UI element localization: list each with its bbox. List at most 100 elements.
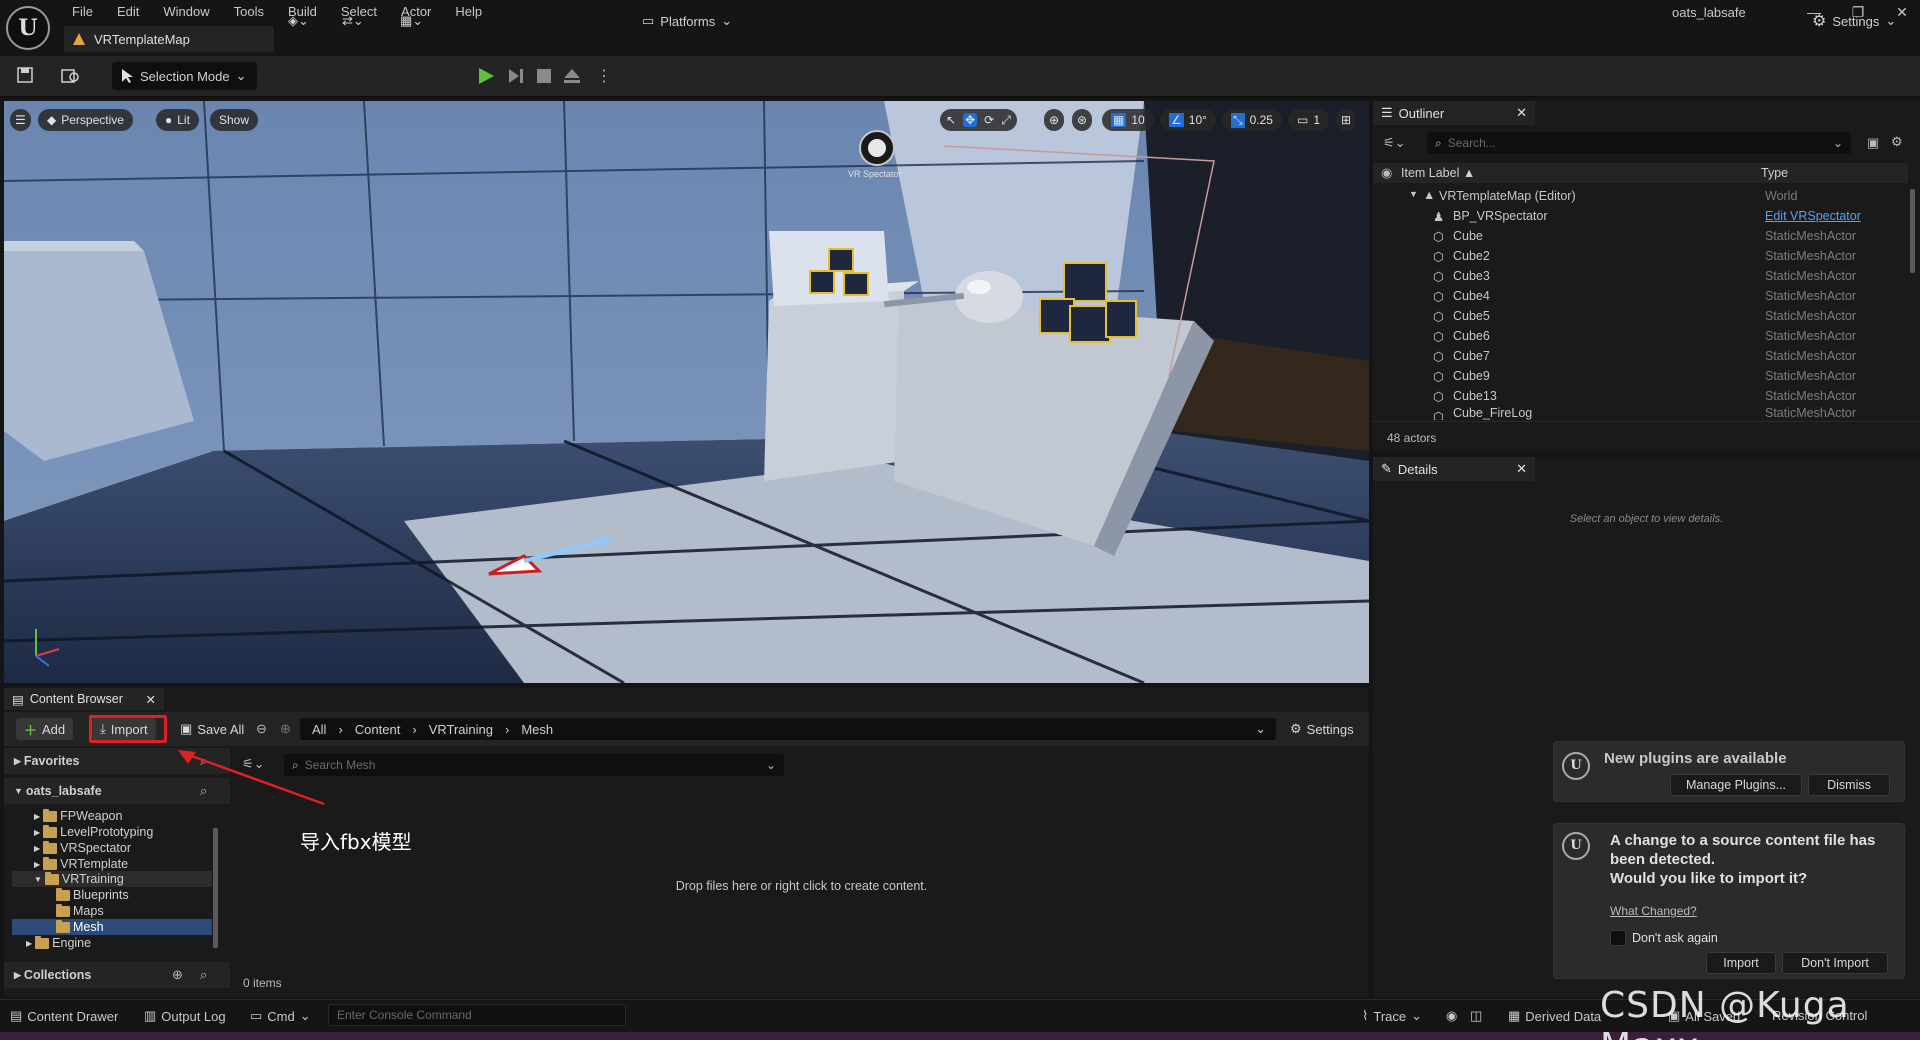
outliner-row[interactable]: ⬡ Cube5 StaticMeshActor [1373, 306, 1908, 326]
close-icon[interactable]: ✕ [1516, 105, 1527, 121]
edit-blueprint-link[interactable]: Edit VRSpectator [1765, 209, 1861, 223]
content-browser-tab[interactable]: ▤ Content Browser ✕ [4, 688, 164, 710]
translate-tool-icon[interactable]: ✥ [963, 113, 978, 127]
scale-snap[interactable]: ⤡ 0.25 [1222, 109, 1282, 131]
menu-file[interactable]: File [60, 3, 105, 21]
outliner-row[interactable]: ⬡ Cube7 StaticMeshActor [1373, 346, 1908, 366]
details-tab[interactable]: ✎ Details ✕ [1373, 457, 1535, 481]
breadcrumb-mesh[interactable]: Mesh [521, 722, 553, 737]
derived-data-button[interactable]: ▦ Derived Data [1508, 1008, 1601, 1024]
expand-arrow-icon[interactable]: ▼ [1409, 189, 1418, 199]
outliner-row-world[interactable]: ▼ ▲ VRTemplateMap (Editor) World [1373, 186, 1908, 206]
chevron-down-icon[interactable]: ⌄ [1255, 721, 1266, 737]
import-confirm-button[interactable]: Import [1706, 952, 1776, 974]
search-icon[interactable]: ⌕ [200, 967, 207, 983]
menu-edit[interactable]: Edit [105, 3, 151, 21]
save-all-button[interactable]: ▣ Save All [172, 718, 252, 740]
cinematics-button[interactable]: ▦⌄ [400, 7, 423, 35]
grid-snap[interactable]: ▦ 10 [1102, 109, 1154, 131]
breadcrumb-vrtraining[interactable]: VRTraining [429, 722, 493, 737]
level-viewport[interactable]: VR Spectator ☰ ◆ Perspective ● Lit Show … [4, 101, 1369, 683]
outliner-row[interactable]: ⬡ Cube3 StaticMeshActor [1373, 266, 1908, 286]
level-tab[interactable]: VRTemplateMap [64, 26, 274, 52]
record-icon[interactable]: ◉ [1446, 1008, 1457, 1024]
folder-item[interactable]: ▶ VRTemplate [34, 856, 128, 872]
trace-dropdown[interactable]: ⌇ Trace ⌄ [1362, 1008, 1422, 1024]
forward-icon[interactable]: ⊕ [280, 721, 291, 737]
add-folder-icon[interactable]: ▣ [1867, 135, 1879, 151]
dont-ask-again-checkbox[interactable]: Don't ask again [1610, 930, 1718, 946]
angle-snap[interactable]: ∠ 10° [1160, 109, 1216, 131]
content-drawer-button[interactable]: ▤ Content Drawer [10, 1008, 118, 1024]
what-changed-link[interactable]: What Changed? [1610, 904, 1697, 918]
folder-item[interactable]: ▶ FPWeapon [34, 808, 122, 824]
outliner-row[interactable]: ⬡ Cube2 StaticMeshActor [1373, 246, 1908, 266]
platforms-dropdown[interactable]: ▭ Platforms ⌄ [642, 7, 732, 35]
outliner-row[interactable]: ⬡ Cube9 StaticMeshActor [1373, 366, 1908, 386]
visibility-icon[interactable]: ◉ [1381, 165, 1392, 181]
cmd-dropdown[interactable]: ▭ Cmd ⌄ [250, 1008, 311, 1024]
more-options-icon[interactable]: ⋮ [596, 66, 612, 86]
scale-tool-icon[interactable]: ⤢ [1001, 113, 1011, 128]
outliner-row[interactable]: ⬡ Cube_FireLog StaticMeshActor [1373, 406, 1908, 420]
folder-item[interactable]: ▶ LevelPrototyping [34, 824, 153, 840]
viewport-layout-button[interactable]: ⊞ [1336, 109, 1357, 131]
dismiss-button[interactable]: Dismiss [1808, 774, 1890, 796]
folder-item-active[interactable]: Mesh [56, 919, 104, 935]
outliner-row[interactable]: ⬡ Cube6 StaticMeshActor [1373, 326, 1908, 346]
step-icon[interactable] [506, 66, 526, 86]
breadcrumb-content[interactable]: Content [355, 722, 401, 737]
save-icon[interactable] [16, 66, 34, 84]
world-local-toggle[interactable]: ⊕ [1044, 109, 1065, 131]
outliner-row[interactable]: ⬡ Cube StaticMeshActor [1373, 226, 1908, 246]
add-actor-button[interactable]: ◈⌄ [288, 7, 309, 35]
add-collection-icon[interactable]: ⊕ [172, 967, 183, 983]
add-button[interactable]: ＋ Add [16, 718, 74, 740]
show-button[interactable]: Show [210, 109, 259, 131]
outliner-row[interactable]: ⬡ Cube4 StaticMeshActor [1373, 286, 1908, 306]
dont-import-button[interactable]: Don't Import [1782, 952, 1888, 974]
viewport-menu-button[interactable]: ☰ [10, 109, 31, 131]
collections-section[interactable]: ▶ Collections [14, 967, 91, 983]
outliner-row[interactable]: ♟ BP_VRSpectator Edit VRSpectator [1373, 206, 1908, 226]
close-icon[interactable]: ✕ [1516, 461, 1527, 477]
column-item-label[interactable]: Item Label ▲ [1401, 166, 1475, 180]
selection-mode-dropdown[interactable]: Selection Mode ⌄ [112, 62, 257, 90]
view-mode-button[interactable]: ● Lit [156, 109, 199, 131]
stop-icon[interactable] [536, 68, 552, 84]
project-section[interactable]: ▼ oats_labsafe [14, 783, 102, 799]
filter-icon[interactable]: ⚟⌄ [1383, 135, 1406, 151]
folder-item[interactable]: ▶ VRSpectator [34, 840, 131, 856]
screenshot-icon[interactable]: ◫ [1470, 1008, 1482, 1024]
favorites-section[interactable]: ▶ Favorites [14, 753, 80, 769]
eject-icon[interactable] [562, 66, 582, 86]
surface-snap-toggle[interactable]: ⊛ [1072, 109, 1093, 131]
outliner-tab[interactable]: ☰ Outliner ✕ [1373, 101, 1535, 125]
browse-icon[interactable] [60, 66, 80, 84]
menu-help[interactable]: Help [443, 3, 494, 21]
column-type[interactable]: Type [1761, 166, 1788, 180]
output-log-button[interactable]: ▥ Output Log [144, 1008, 226, 1024]
outliner-search-input[interactable]: ⌕ Search... ⌄ [1427, 132, 1851, 154]
back-icon[interactable]: ⊖ [256, 721, 267, 737]
breadcrumb-all[interactable]: All [312, 722, 326, 737]
console-input[interactable]: Enter Console Command [328, 1004, 626, 1026]
folder-item[interactable]: ▶ Engine [26, 935, 91, 951]
asset-search-input[interactable]: ⌕ Search Mesh ⌄ [284, 754, 784, 776]
menu-window[interactable]: Window [151, 3, 221, 21]
folder-item[interactable]: Blueprints [56, 887, 129, 903]
manage-plugins-button[interactable]: Manage Plugins... [1670, 774, 1802, 796]
blueprint-button[interactable]: ⇄⌄ [342, 7, 364, 35]
toolbar-settings-button[interactable]: ⚙ Settings ⌄ [1812, 7, 1896, 35]
menu-tools[interactable]: Tools [222, 3, 276, 21]
cb-settings-button[interactable]: ⚙ Settings [1282, 718, 1362, 740]
play-icon[interactable] [476, 66, 496, 86]
camera-speed[interactable]: ▭ 1 [1288, 109, 1330, 131]
outliner-scrollbar[interactable] [1910, 189, 1915, 273]
select-tool-icon[interactable]: ↖ [946, 113, 956, 127]
folder-item[interactable]: ▼ VRTraining [34, 871, 124, 887]
folder-item[interactable]: Maps [56, 903, 104, 919]
unreal-logo-icon[interactable]: U [6, 6, 50, 50]
close-icon[interactable]: ✕ [146, 692, 156, 707]
sources-scrollbar[interactable] [213, 828, 218, 948]
